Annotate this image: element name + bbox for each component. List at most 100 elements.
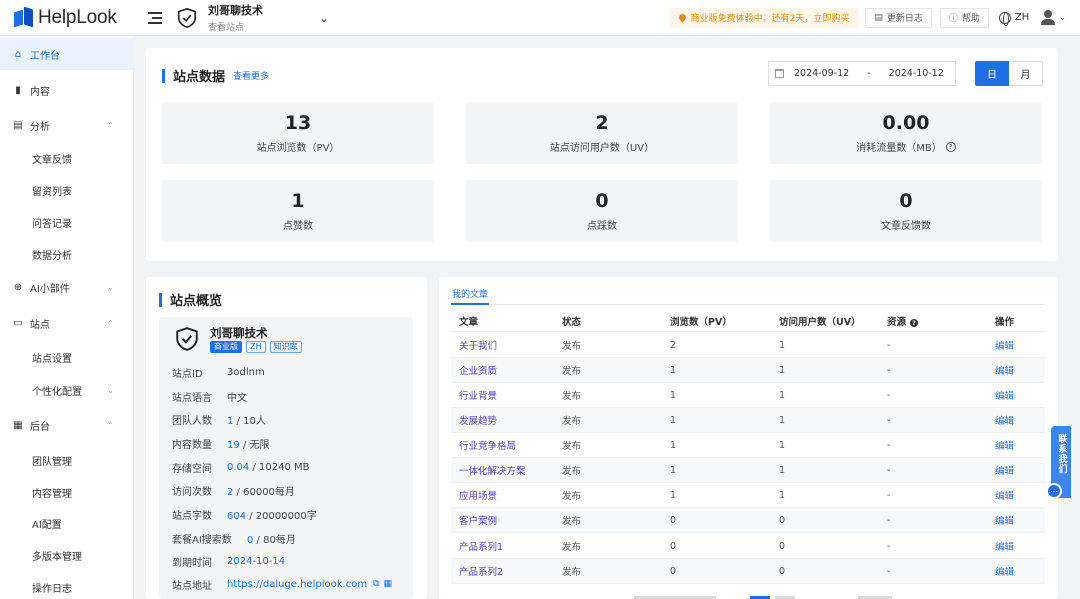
date-range-picker[interactable]: 2024-09-12 - 2024-10-12 [768,61,956,86]
row-key: 到期时间 [172,557,212,569]
calendar-icon [775,69,784,78]
article-title-link[interactable]: 企业资质 [451,363,562,377]
sidebar-item-versions[interactable]: 多版本管理 [0,539,134,571]
day-button[interactable]: 日 [975,61,1009,86]
help-circle-icon[interactable]: ? [910,319,919,327]
plan-badge: 商业版 [210,341,242,353]
edit-link[interactable]: 编辑 [995,488,1045,502]
help-button[interactable]: ⓘ 帮助 [939,7,989,28]
user-menu[interactable]: ⌄ [1041,10,1066,25]
sidebar-item-label: 文章反馈 [32,154,72,166]
view-site-link[interactable]: 查看站点 [208,20,263,33]
date-end[interactable]: 2024-10-12 [889,68,944,79]
edit-link[interactable]: 编辑 [995,388,1045,402]
overview-row-team: 团队人数 1 / 10人 [172,412,266,427]
article-pv: 1 [670,364,677,376]
edit-link[interactable]: 编辑 [995,413,1045,427]
article-title-link[interactable]: 行业背景 [451,388,562,402]
sidebar-item-qa-records[interactable]: 问答记录 [0,206,134,238]
row-total: / 10240 MB [249,461,310,473]
edit-link[interactable]: 编辑 [995,438,1045,452]
sidebar-item-data-analysis[interactable]: 数据分析 [0,238,134,270]
edit-link[interactable]: 编辑 [995,539,1045,553]
article-title-link[interactable]: 应用场景 [451,488,562,502]
sidebar-item-label: 团队管理 [32,456,72,468]
date-start[interactable]: 2024-09-12 [794,68,849,79]
promo-banner[interactable]: 商业版免费体验中，还有2天，立即购买 [668,7,860,28]
article-title-link[interactable]: 客户案例 [451,513,562,527]
sidebar-item-leads[interactable]: 留资列表 [0,174,134,206]
qrcode-icon[interactable]: ▦ [384,579,393,589]
article-uv: 0 [779,565,786,577]
edit-link[interactable]: 编辑 [995,463,1045,477]
chat-icon[interactable]: ⋯ [1046,483,1062,499]
sidebar-item-backend[interactable]: ▦ 后台 ⌃ [0,409,134,441]
sidebar-item-ai-widget[interactable]: ⊕ AI小部件 ⌄ [0,271,134,303]
logo[interactable]: HelpLook [0,6,134,29]
article-resource: - [887,565,891,577]
article-pv: 1 [670,414,677,426]
site-data-title: 站点数据 [173,70,226,85]
overview-heading: 站点概览 [159,290,222,309]
tab-active-indicator [451,303,489,305]
article-uv: 0 [779,514,786,526]
article-pv: 1 [670,389,677,401]
sidebar-item-logs[interactable]: 操作日志 [0,571,134,599]
site-switcher[interactable]: 刘哥聊技术 查看站点 [208,2,263,33]
article-title-link[interactable]: 发展趋势 [451,413,562,427]
sidebar-item-label: 问答记录 [32,218,72,230]
article-title-link[interactable]: 行业竞争格局 [451,438,562,452]
view-more-link[interactable]: 查看更多 [233,69,269,82]
copy-icon[interactable]: ⧉ [373,579,379,589]
sidebar-item-personalization[interactable]: 个性化配置 ⌄ [0,374,134,406]
col-pv: 浏览数（PV） [670,316,732,328]
sidebar-item-team[interactable]: 团队管理 [0,444,134,476]
menu-toggle-icon[interactable] [148,11,162,24]
language-switch[interactable]: ZH [998,11,1029,26]
globe-icon [998,11,1011,26]
site-url-link[interactable]: https://daluge.helplook.com [227,579,367,590]
edit-link[interactable]: 编辑 [995,564,1045,578]
article-uv: 1 [779,339,786,351]
article-status: 发布 [562,466,582,477]
chevron-down-icon[interactable]: ⌄ [319,11,329,25]
site-shield-icon [177,7,197,28]
row-key: 站点ID [172,368,203,380]
sidebar-item-label: AI小部件 [30,283,70,295]
site-name: 刘哥聊技术 [208,4,263,17]
row-value: 19 / 无限 [227,436,269,451]
article-resource: - [887,489,891,501]
sidebar-item-analysis[interactable]: ▤ 分析 ⌃ [0,109,134,141]
sidebar-item-label: AI配置 [32,519,62,531]
article-uv: 1 [779,489,786,501]
col-action: 操作 [995,316,1015,328]
article-title-link[interactable]: 产品系列1 [451,539,562,553]
sidebar-item-label: 留资列表 [32,186,72,198]
question-icon: ⓘ [948,14,958,24]
help-circle-icon[interactable]: ? [945,141,956,152]
article-title-link[interactable]: 产品系列2 [451,564,562,578]
sidebar-item-ai-config[interactable]: AI配置 [0,507,134,539]
article-title-link[interactable]: 关于我们 [451,338,562,352]
sidebar-item-content-mgmt[interactable]: 内容管理 [0,476,134,508]
overview-row-content: 内容数量 19 / 无限 [172,436,269,451]
edit-link[interactable]: 编辑 [995,338,1045,352]
sidebar-item-workbench[interactable]: ⌂ 工作台 [0,38,134,70]
edit-link[interactable]: 编辑 [995,513,1045,527]
sidebar-item-site[interactable]: ▭ 站点 ⌃ [0,307,134,339]
sidebar-item-site-settings[interactable]: 站点设置 [0,341,134,373]
row-used: 604 [227,510,247,522]
sidebar-item-article-feedback[interactable]: 文章反馈 [0,142,134,174]
changelog-button[interactable]: ▤ 更新日志 [865,7,932,28]
row-key: 站点语言 [172,392,212,404]
article-status: 发布 [562,491,582,502]
stat-value: 0.00 [882,112,930,134]
tab-my-articles[interactable]: 我的文章 [452,287,488,300]
edit-link[interactable]: 编辑 [995,363,1045,377]
article-title-link[interactable]: 一体化解决方案 [451,463,562,477]
overview-row-storage: 存储空间 0.04 / 10240 MB [172,460,310,475]
page-scrollbar[interactable] [1073,36,1080,599]
sidebar-item-content[interactable]: ▮ 内容 [0,74,134,106]
table-row: 应用场景 发布 1 1 - 编辑 [451,483,1045,508]
month-button[interactable]: 月 [1009,61,1043,86]
